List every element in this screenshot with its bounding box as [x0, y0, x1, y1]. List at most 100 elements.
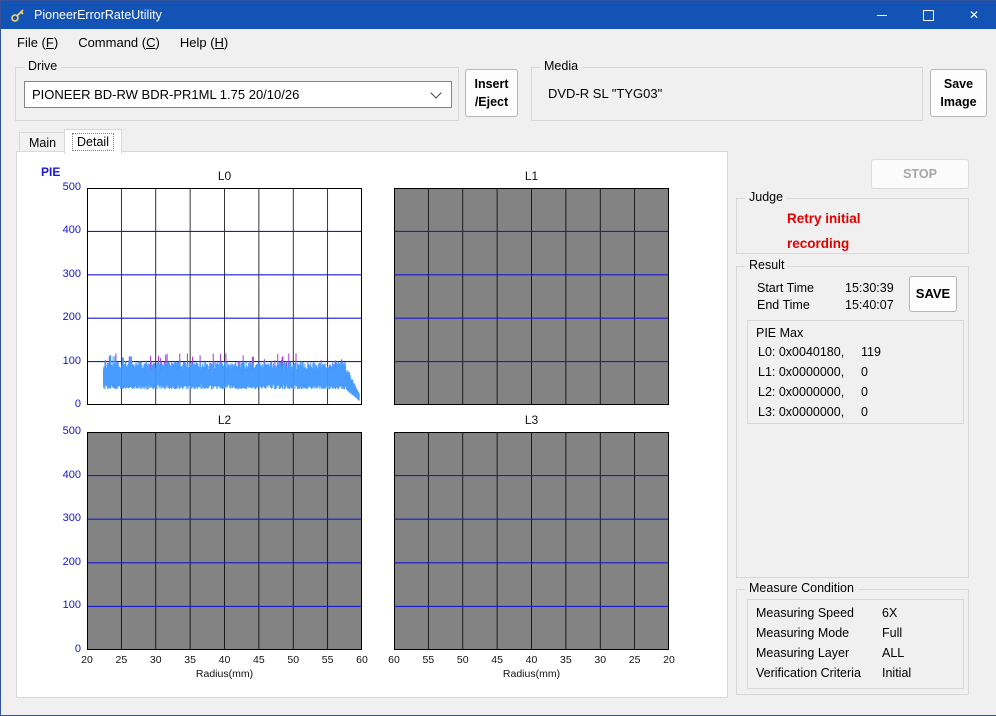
judge-result-text: Retry initial recording — [787, 206, 861, 256]
menu-command-close: ) — [156, 35, 160, 50]
x-tick-label: 45 — [246, 654, 272, 666]
save-image-button[interactable]: Save Image — [930, 69, 987, 117]
y-axis-title: PIE — [41, 165, 60, 179]
pie-max-l1-value: 0 — [861, 365, 868, 379]
chart-plot-l0 — [87, 188, 362, 405]
pie-max-l0-label: L0: 0x0040180, — [758, 345, 844, 359]
x-axis-title: Radius(mm) — [394, 668, 669, 680]
menu-command-key: C — [146, 35, 155, 50]
pie-max-l2-value: 0 — [861, 385, 868, 399]
menu-help[interactable]: Help (H) — [170, 31, 238, 54]
x-tick-label: 60 — [381, 654, 407, 666]
app-window: PioneerErrorRateUtility ✕ File (F) Comma… — [0, 0, 996, 716]
judge-label: Judge — [745, 190, 787, 204]
tab-detail[interactable]: Detail — [64, 129, 122, 154]
menu-file[interactable]: File (F) — [7, 31, 68, 54]
menu-help-close: ) — [224, 35, 228, 50]
pie-max-label: PIE Max — [756, 326, 803, 340]
pie-max-l1-label: L1: 0x0000000, — [758, 365, 844, 379]
minimize-button[interactable] — [859, 1, 905, 29]
menu-file-label: File ( — [17, 35, 46, 50]
stop-button-label: STOP — [903, 165, 937, 183]
media-label: Media — [540, 59, 582, 73]
pie-max-l3-label: L3: 0x0000000, — [758, 405, 844, 419]
stop-button[interactable]: STOP — [871, 159, 969, 189]
save-button-label: SAVE — [916, 285, 950, 304]
start-time-value: 15:30:39 — [845, 281, 894, 295]
window-title: PioneerErrorRateUtility — [34, 8, 162, 22]
maximize-button[interactable] — [905, 1, 951, 29]
save-button[interactable]: SAVE — [909, 276, 957, 312]
measuring-layer-value: ALL — [882, 646, 904, 660]
menu-command-label: Command ( — [78, 35, 146, 50]
chart-canvas-l0 — [87, 188, 362, 405]
verification-criteria-value: Initial — [882, 666, 911, 680]
judge-groupbox: Judge Retry initial recording — [736, 198, 969, 254]
y-tick-label: 100 — [47, 599, 81, 611]
chart-title-l2: L2 — [87, 413, 362, 427]
result-label: Result — [745, 258, 788, 272]
measuring-mode-label: Measuring Mode — [756, 626, 849, 640]
measuring-mode-value: Full — [882, 626, 902, 640]
pie-max-box: PIE Max L0: 0x0040180, 119 L1: 0x0000000… — [747, 320, 964, 424]
y-tick-label: 0 — [47, 398, 81, 410]
y-tick-label: 400 — [47, 469, 81, 481]
menu-bar: File (F) Command (C) Help (H) — [1, 29, 996, 55]
pie-max-l2-label: L2: 0x0000000, — [758, 385, 844, 399]
tab-detail-label: Detail — [73, 134, 113, 150]
media-value: DVD-R SL "TYG03" — [548, 86, 662, 101]
close-icon: ✕ — [969, 9, 979, 21]
chart-title-l3: L3 — [394, 413, 669, 427]
pie-max-l3-value: 0 — [861, 405, 868, 419]
x-tick-label: 35 — [177, 654, 203, 666]
chart-plot-l3 — [394, 432, 669, 650]
x-tick-label: 30 — [587, 654, 613, 666]
chevron-down-icon — [430, 87, 441, 98]
y-tick-label: 200 — [47, 311, 81, 323]
judge-line-2: recording — [787, 231, 861, 256]
x-tick-label: 25 — [108, 654, 134, 666]
x-tick-label: 60 — [349, 654, 375, 666]
chart-title-l0: L0 — [87, 169, 362, 183]
titlebar[interactable]: PioneerErrorRateUtility ✕ — [1, 1, 996, 29]
end-time-label: End Time — [757, 298, 810, 312]
media-groupbox: Media DVD-R SL "TYG03" — [531, 67, 923, 121]
save-image-label-2: Image — [940, 93, 976, 111]
verification-criteria-label: Verification Criteria — [756, 666, 861, 680]
drive-label: Drive — [24, 59, 61, 73]
close-button[interactable]: ✕ — [951, 1, 996, 29]
measuring-layer-label: Measuring Layer — [756, 646, 849, 660]
drive-select-value: PIONEER BD-RW BDR-PR1ML 1.75 20/10/26 — [25, 87, 299, 102]
end-time-value: 15:40:07 — [845, 298, 894, 312]
judge-line-1: Retry initial — [787, 206, 861, 231]
y-tick-label: 100 — [47, 355, 81, 367]
y-tick-label: 500 — [47, 181, 81, 193]
x-tick-label: 35 — [553, 654, 579, 666]
chart-plot-l1 — [394, 188, 669, 405]
insert-eject-button[interactable]: Insert /Eject — [465, 69, 518, 117]
menu-command[interactable]: Command (C) — [68, 31, 170, 54]
x-tick-label: 20 — [74, 654, 100, 666]
menu-help-key: H — [215, 35, 224, 50]
window-controls: ✕ — [859, 1, 996, 29]
measuring-speed-label: Measuring Speed — [756, 606, 854, 620]
x-tick-label: 55 — [315, 654, 341, 666]
chart-canvas-l2 — [87, 432, 362, 650]
start-time-label: Start Time — [757, 281, 814, 295]
x-tick-label: 20 — [656, 654, 682, 666]
x-tick-label: 25 — [622, 654, 648, 666]
x-tick-label: 30 — [143, 654, 169, 666]
x-axis-title: Radius(mm) — [87, 668, 362, 680]
pie-max-l0-value: 119 — [861, 345, 881, 359]
result-groupbox: Result Start Time 15:30:39 End Time 15:4… — [736, 266, 969, 578]
x-tick-label: 40 — [212, 654, 238, 666]
x-tick-label: 50 — [450, 654, 476, 666]
app-icon — [10, 7, 26, 23]
measure-condition-groupbox: Measure Condition Measuring Speed 6X Mea… — [736, 589, 969, 695]
menu-help-label: Help ( — [180, 35, 215, 50]
drive-select[interactable]: PIONEER BD-RW BDR-PR1ML 1.75 20/10/26 — [24, 81, 452, 108]
chart-title-l1: L1 — [394, 169, 669, 183]
x-tick-label: 45 — [484, 654, 510, 666]
tab-main-label: Main — [29, 136, 56, 150]
measure-condition-box: Measuring Speed 6X Measuring Mode Full M… — [747, 599, 964, 689]
